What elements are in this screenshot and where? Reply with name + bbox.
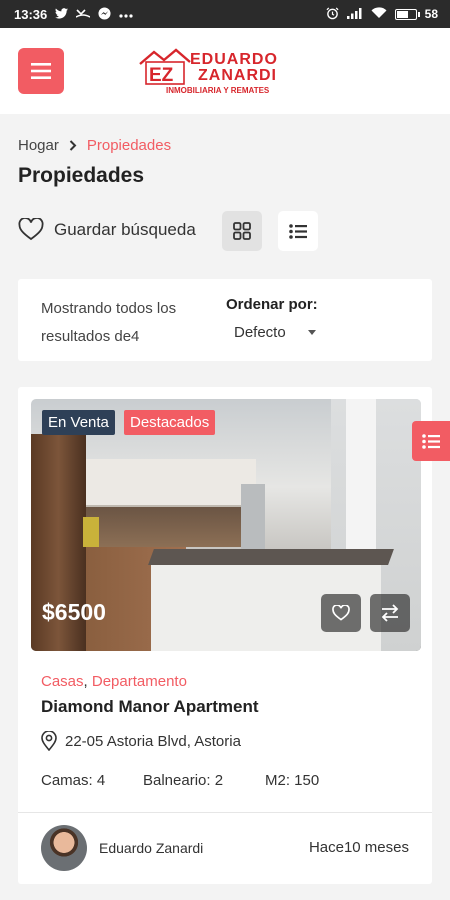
breadcrumb-home-link[interactable]: Hogar xyxy=(18,137,59,154)
save-search-label: Guardar búsqueda xyxy=(54,219,196,239)
photo-bg-art xyxy=(83,517,99,547)
property-address: 22-05 Astoria Blvd, Astoria xyxy=(41,731,241,751)
agent-info[interactable]: Eduardo Zanardi xyxy=(41,825,203,871)
breadcrumb: Hogar Propiedades xyxy=(18,137,171,154)
app-header: EZ EDUARDO ZANARDI INMOBILIARIA Y REMATE… xyxy=(0,28,450,114)
agent-name: Eduardo Zanardi xyxy=(99,840,204,856)
status-bar: 13:36 58 xyxy=(0,0,450,28)
property-title[interactable]: Diamond Manor Apartment xyxy=(41,697,259,717)
page-title: Propiedades xyxy=(18,164,145,187)
chevron-right-icon xyxy=(69,138,77,154)
listing-date: Hace10 meses xyxy=(308,839,409,856)
more-icon xyxy=(119,8,133,20)
brand-logo[interactable]: EZ EDUARDO ZANARDI INMOBILIARIA Y REMATE… xyxy=(138,46,318,96)
menu-button[interactable] xyxy=(18,48,64,94)
list-icon xyxy=(289,223,307,239)
results-sort-panel: Mostrando todos los resultados de4 Orden… xyxy=(18,279,432,361)
side-list-button[interactable] xyxy=(412,421,450,461)
sort-select[interactable]: Defecto xyxy=(234,324,316,341)
feature-baths: Balneario: 2 xyxy=(143,772,224,789)
card-divider xyxy=(18,812,432,813)
logo-mark: EZ xyxy=(139,48,191,86)
twitter-icon xyxy=(55,7,69,21)
category-separator: , xyxy=(83,673,88,690)
favorite-button[interactable] xyxy=(321,594,361,632)
heart-icon xyxy=(332,605,350,621)
map-pin-icon xyxy=(41,731,57,751)
status-badge: En Venta xyxy=(42,410,115,435)
avatar xyxy=(41,825,87,871)
save-search-button[interactable]: Guardar búsqueda xyxy=(18,218,196,241)
photo-bg-countertop xyxy=(148,549,394,565)
property-price: $6500 xyxy=(42,599,106,625)
swap-arrows-icon xyxy=(381,604,399,622)
battery-percent: 58 xyxy=(424,7,438,21)
property-categories: Casas, Departamento xyxy=(41,673,187,690)
logo-wordmark: EDUARDO ZANARDI xyxy=(190,52,278,84)
compare-button[interactable] xyxy=(370,594,410,632)
photo-bg-fridge xyxy=(241,484,265,554)
hamburger-icon xyxy=(31,63,51,79)
alarm-icon xyxy=(326,6,339,22)
property-card[interactable]: En Venta Destacados $6500 Casas, Departa… xyxy=(18,387,432,884)
battery-icon xyxy=(394,8,420,20)
logo-initials: EZ xyxy=(149,65,174,86)
feature-area: M2: 150 xyxy=(265,772,320,789)
results-count-text: Mostrando todos los resultados de4 xyxy=(41,300,177,345)
wifi-icon xyxy=(371,7,387,21)
address-text: 22-05 Astoria Blvd, Astoria xyxy=(65,732,241,750)
sort-label: Ordenar por: xyxy=(226,296,318,313)
caret-down-icon xyxy=(307,330,316,335)
breadcrumb-current: Propiedades xyxy=(86,137,172,154)
grid-icon xyxy=(233,222,251,240)
sort-value: Defecto xyxy=(234,324,286,341)
category-link-departamento[interactable]: Departamento xyxy=(92,673,187,690)
list-view-button[interactable] xyxy=(278,211,318,251)
photo-bg-backsplash xyxy=(86,507,256,547)
feature-beds: Camas: 4 xyxy=(41,772,106,789)
messenger-icon xyxy=(98,6,111,22)
logo-line2: ZANARDI xyxy=(198,67,277,84)
missed-call-icon xyxy=(75,8,91,21)
featured-badge: Destacados xyxy=(124,410,216,435)
heart-outline-icon xyxy=(18,218,44,241)
list-icon xyxy=(422,433,440,449)
property-photo[interactable]: En Venta Destacados $6500 xyxy=(31,399,421,651)
logo-tagline: INMOBILIARIA Y REMATES xyxy=(166,86,270,95)
category-link-casas[interactable]: Casas xyxy=(41,673,84,690)
clock: 13:36 xyxy=(14,6,48,22)
logo-line1: EDUARDO xyxy=(190,51,278,68)
photo-bg-cabinets xyxy=(86,459,256,507)
grid-view-button[interactable] xyxy=(222,211,262,251)
signal-icon xyxy=(346,7,363,21)
